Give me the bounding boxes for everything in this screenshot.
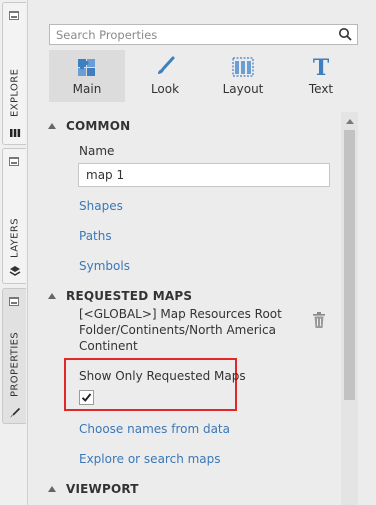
- name-label: Name: [79, 144, 115, 158]
- tab-main[interactable]: Main: [49, 50, 125, 102]
- tab-text-label: Text: [308, 82, 334, 96]
- name-field[interactable]: map 1: [78, 163, 330, 187]
- tab-text[interactable]: T Text: [283, 50, 359, 102]
- requested-map-path: [<GLOBAL>] Map Resources Root Folder/Con…: [79, 307, 282, 353]
- section-requested-maps-header[interactable]: REQUESTED MAPS: [48, 289, 192, 303]
- tab-main-label: Main: [72, 82, 102, 96]
- properties-content: COMMON Name map 1 Shapes Paths Symbols R…: [28, 112, 376, 505]
- choose-names-link[interactable]: Choose names from data: [79, 422, 230, 436]
- tab-layout[interactable]: Layout: [205, 50, 281, 102]
- shapes-link[interactable]: Shapes: [79, 199, 123, 213]
- scroll-up-arrow-icon[interactable]: [346, 119, 354, 124]
- vertical-scrollbar[interactable]: [341, 112, 358, 505]
- properties-panel: Main Look Layout T Text: [27, 0, 376, 505]
- explore-maps-link[interactable]: Explore or search maps: [79, 452, 221, 466]
- search-input[interactable]: [50, 25, 332, 44]
- symbols-link[interactable]: Symbols: [79, 259, 130, 273]
- section-common-title: COMMON: [66, 119, 131, 133]
- trash-icon[interactable]: [311, 311, 327, 329]
- section-viewport-header[interactable]: VIEWPORT: [48, 482, 139, 496]
- show-only-requested-maps-label: Show Only Requested Maps: [79, 369, 246, 383]
- layers-icon: [9, 266, 21, 276]
- paths-link[interactable]: Paths: [79, 229, 112, 243]
- tab-properties-label: PROPERTIES: [9, 331, 21, 397]
- svg-text:T: T: [313, 55, 330, 80]
- tab-explore-label: EXPLORE: [9, 68, 21, 118]
- pin-icon[interactable]: [9, 297, 19, 306]
- property-category-tabs: Main Look Layout T Text: [49, 50, 359, 102]
- tab-look-label: Look: [150, 82, 180, 96]
- tab-explore[interactable]: EXPLORE: [2, 2, 26, 145]
- data-sources-icon: [10, 129, 21, 137]
- search-box: [49, 24, 358, 45]
- tab-layers-label: LAYERS: [9, 218, 21, 258]
- layout-grid-icon: [232, 57, 254, 77]
- tab-properties[interactable]: PROPERTIES: [2, 288, 26, 424]
- checkmark-icon: [81, 393, 92, 402]
- tab-look[interactable]: Look: [127, 50, 203, 102]
- tab-layers[interactable]: LAYERS: [2, 148, 26, 284]
- paintbrush-icon: [158, 56, 175, 74]
- section-viewport-title: VIEWPORT: [66, 482, 139, 496]
- brush-icon: [10, 407, 21, 418]
- pin-icon[interactable]: [9, 157, 19, 166]
- puzzle-icon: [78, 59, 95, 76]
- collapse-arrow-icon[interactable]: [48, 123, 56, 129]
- section-common-header[interactable]: COMMON: [48, 119, 130, 133]
- tab-layout-label: Layout: [222, 82, 264, 96]
- side-tab-strip: EXPLORE LAYERS PROPERTIES: [0, 0, 27, 505]
- pin-icon[interactable]: [9, 11, 19, 20]
- search-icon[interactable]: [338, 27, 353, 42]
- text-T-icon: T: [313, 55, 330, 80]
- collapse-arrow-icon[interactable]: [48, 486, 56, 492]
- scrollbar-thumb[interactable]: [344, 130, 355, 400]
- collapse-arrow-icon[interactable]: [48, 293, 56, 299]
- section-requested-maps-title: REQUESTED MAPS: [66, 289, 193, 303]
- show-only-requested-maps-checkbox[interactable]: [79, 390, 94, 405]
